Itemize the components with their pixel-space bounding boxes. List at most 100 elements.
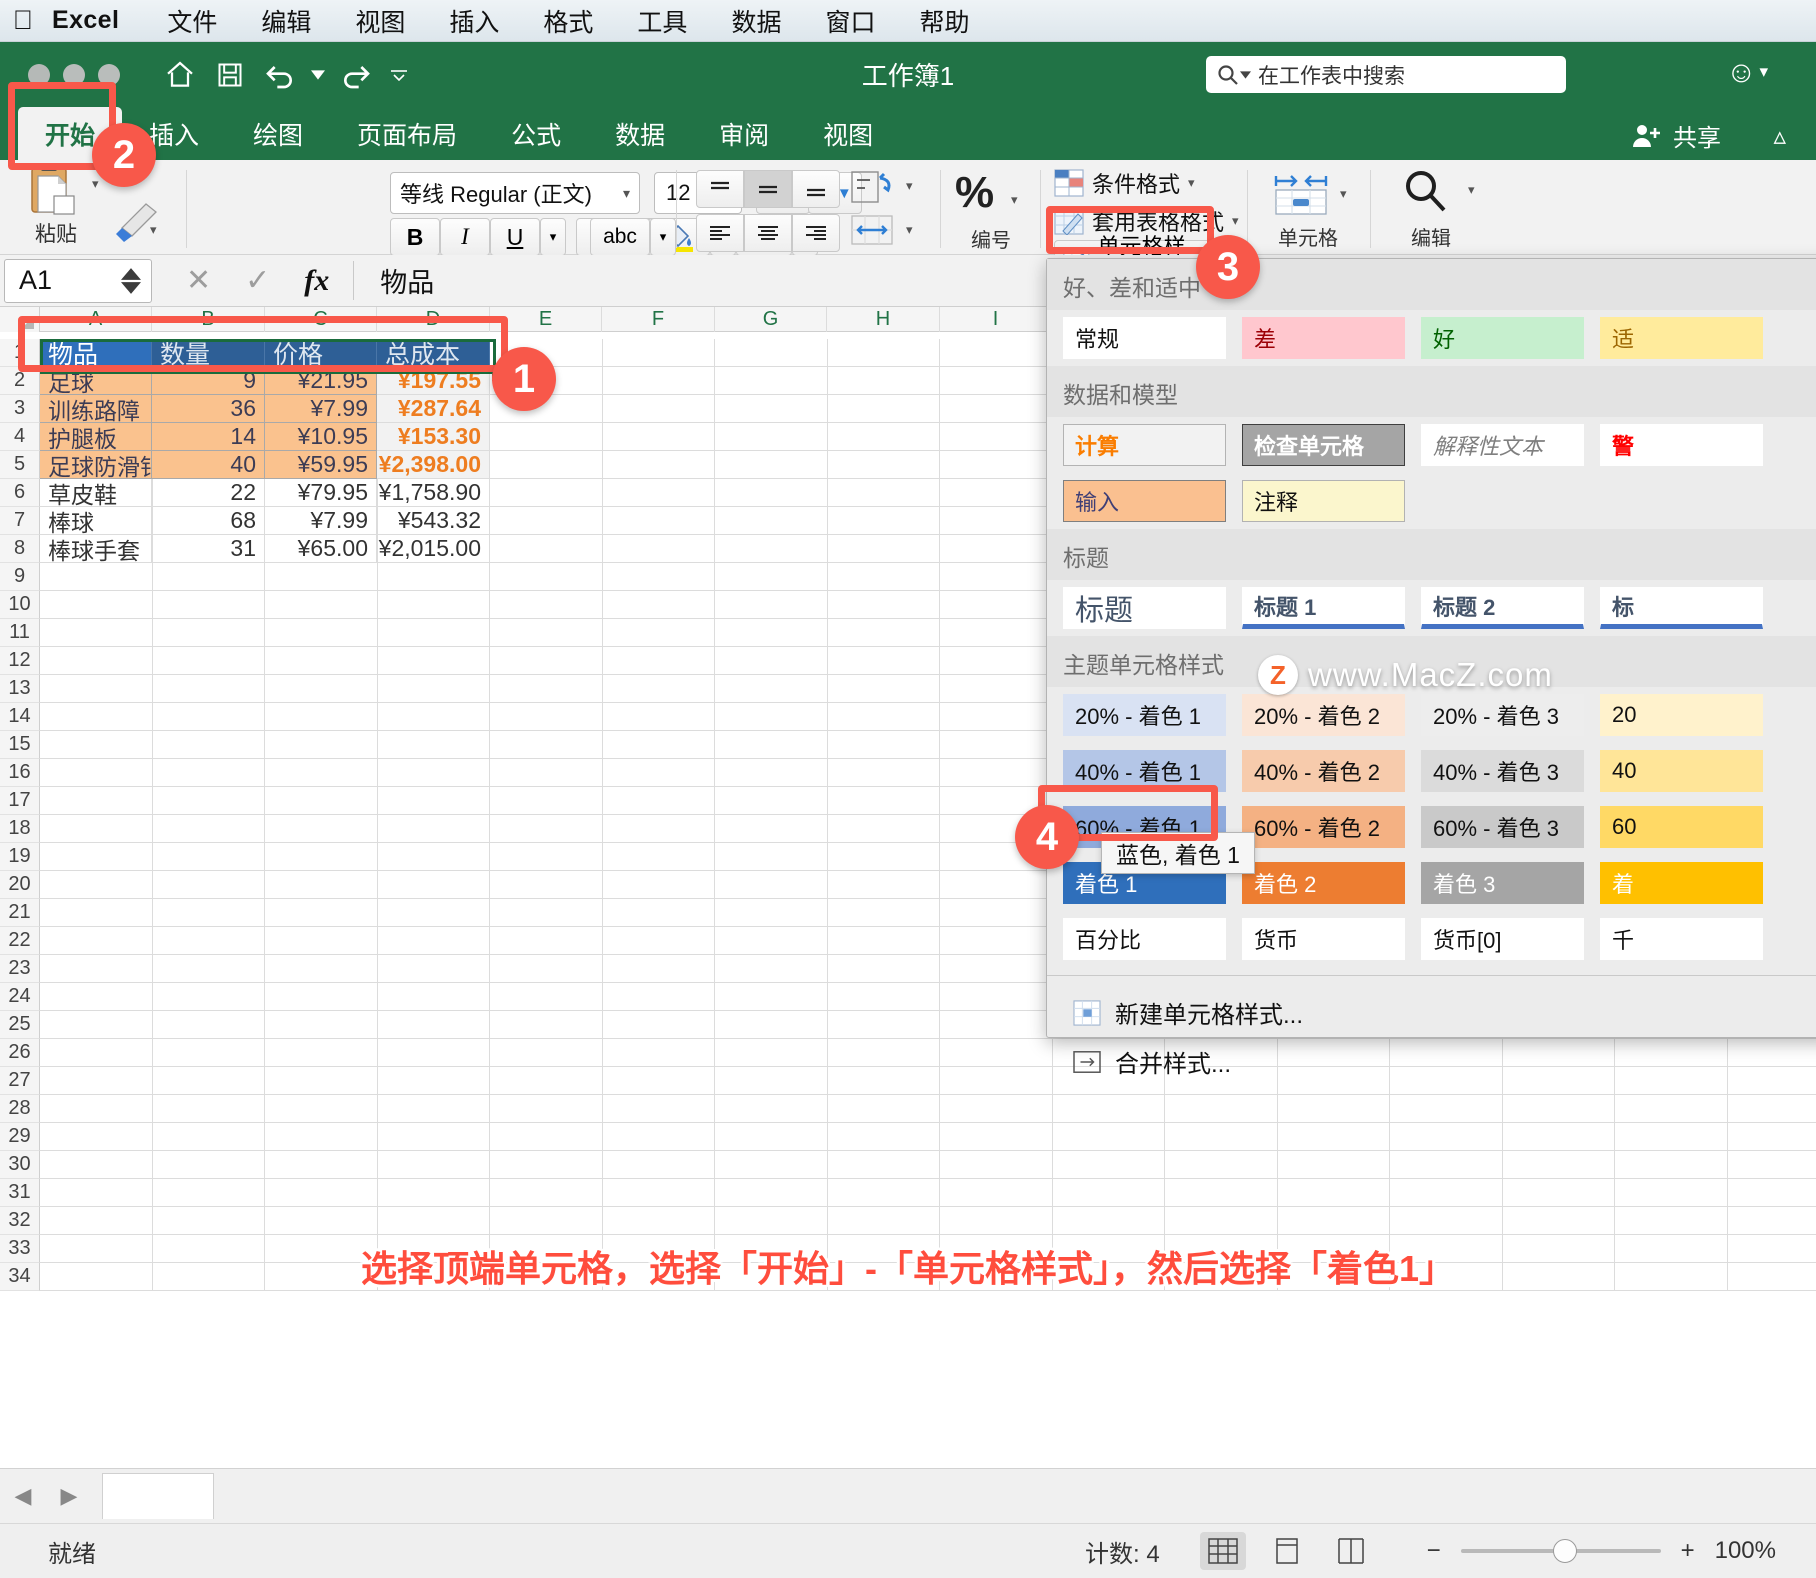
grid-cell[interactable] xyxy=(940,451,1053,479)
grid-cell[interactable] xyxy=(265,703,378,731)
tab-review[interactable]: 审阅 xyxy=(692,107,796,160)
grid-cell[interactable] xyxy=(1615,1123,1728,1151)
row-header-29[interactable]: 29 xyxy=(0,1123,40,1151)
grid-cell[interactable] xyxy=(827,1179,940,1207)
grid-cell[interactable] xyxy=(40,675,153,703)
style-swatch-着[interactable]: 着 xyxy=(1600,862,1763,904)
grid-cell[interactable] xyxy=(602,1067,715,1095)
row-header-32[interactable]: 32 xyxy=(0,1207,40,1235)
grid-cell[interactable] xyxy=(377,703,490,731)
grid-cell[interactable] xyxy=(490,983,603,1011)
name-box-input[interactable]: A1 xyxy=(4,258,152,303)
grid-cell[interactable] xyxy=(1615,1179,1728,1207)
grid-cell[interactable] xyxy=(1502,1207,1615,1235)
grid-cell[interactable] xyxy=(152,647,265,675)
zoom-slider[interactable] xyxy=(1460,1539,1661,1563)
grid-cell[interactable] xyxy=(265,759,378,787)
row-header-5[interactable]: 5 xyxy=(0,451,40,479)
grid-cell[interactable] xyxy=(152,1067,265,1095)
row-header-23[interactable]: 23 xyxy=(0,955,40,983)
grid-cell[interactable] xyxy=(940,1151,1053,1179)
column-header-F[interactable]: F xyxy=(602,307,715,332)
cell-qty-7[interactable]: 68 xyxy=(152,507,265,535)
grid-cell[interactable] xyxy=(377,843,490,871)
grid-cell[interactable] xyxy=(265,1151,378,1179)
insert-function-icon[interactable]: fx xyxy=(304,264,329,298)
grid-cell[interactable] xyxy=(265,1011,378,1039)
grid-cell[interactable] xyxy=(602,703,715,731)
grid-cell[interactable] xyxy=(152,703,265,731)
app-name-label[interactable]: Excel xyxy=(46,6,145,35)
grid-cell[interactable] xyxy=(152,619,265,647)
grid-cell[interactable] xyxy=(827,535,940,563)
grid-cell[interactable] xyxy=(715,395,828,423)
grid-cell[interactable] xyxy=(602,843,715,871)
row-header-30[interactable]: 30 xyxy=(0,1151,40,1179)
grid-cell[interactable] xyxy=(602,731,715,759)
grid-cell[interactable] xyxy=(265,1179,378,1207)
row-header-24[interactable]: 24 xyxy=(0,983,40,1011)
grid-cell[interactable] xyxy=(715,1123,828,1151)
grid-cell[interactable] xyxy=(1052,1207,1165,1235)
style-swatch-标题-1[interactable]: 标题 1 xyxy=(1242,587,1405,629)
grid-cell[interactable] xyxy=(715,927,828,955)
grid-cell[interactable] xyxy=(1502,1151,1615,1179)
grid-cell[interactable] xyxy=(265,591,378,619)
cell-item-8[interactable]: 棒球手套 xyxy=(40,535,152,563)
grid-cell[interactable] xyxy=(152,731,265,759)
style-swatch-20----着色-1[interactable]: 20% - 着色 1 xyxy=(1063,694,1226,736)
grid-cell[interactable] xyxy=(602,507,715,535)
grid-cell[interactable] xyxy=(377,675,490,703)
style-swatch-40[interactable]: 40 xyxy=(1600,750,1763,792)
grid-cell[interactable] xyxy=(1390,1123,1503,1151)
grid-cell[interactable] xyxy=(940,983,1053,1011)
search-chevron-down-icon[interactable] xyxy=(1240,70,1251,79)
grid-cell[interactable] xyxy=(940,535,1053,563)
prev-sheet-icon[interactable]: ◀ xyxy=(0,1483,46,1509)
grid-cell[interactable] xyxy=(602,1095,715,1123)
tab-formulas[interactable]: 公式 xyxy=(484,107,588,160)
grid-cell[interactable] xyxy=(827,507,940,535)
grid-cell[interactable] xyxy=(152,899,265,927)
grid-cell[interactable] xyxy=(715,1011,828,1039)
row-header-9[interactable]: 9 xyxy=(0,563,40,591)
grid-cell[interactable] xyxy=(490,787,603,815)
grid-cell[interactable] xyxy=(377,1039,490,1067)
grid-cell[interactable] xyxy=(40,1011,153,1039)
menu-help[interactable]: 帮助 xyxy=(897,3,991,39)
grid-cell[interactable] xyxy=(152,1095,265,1123)
style-swatch-标[interactable]: 标 xyxy=(1600,587,1763,629)
grid-cell[interactable] xyxy=(490,1039,603,1067)
grid-cell[interactable] xyxy=(827,1011,940,1039)
grid-cell[interactable] xyxy=(827,451,940,479)
grid-cell[interactable] xyxy=(40,619,153,647)
wrap-text-button[interactable] xyxy=(850,168,896,213)
grid-cell[interactable] xyxy=(827,871,940,899)
grid-cell[interactable] xyxy=(715,591,828,619)
redo-icon[interactable] xyxy=(334,53,378,97)
row-header-19[interactable]: 19 xyxy=(0,843,40,871)
row-header-15[interactable]: 15 xyxy=(0,731,40,759)
grid-cell[interactable] xyxy=(265,1039,378,1067)
grid-cell[interactable] xyxy=(715,871,828,899)
grid-cell[interactable] xyxy=(827,759,940,787)
header-cell-2[interactable]: 数量 xyxy=(152,339,265,367)
row-header-8[interactable]: 8 xyxy=(0,535,40,563)
grid-cell[interactable] xyxy=(1615,1151,1728,1179)
grid-cell[interactable] xyxy=(265,1095,378,1123)
grid-cell[interactable] xyxy=(827,1095,940,1123)
grid-cell[interactable] xyxy=(490,871,603,899)
grid-cell[interactable] xyxy=(40,759,153,787)
cancel-edit-icon[interactable]: ✕ xyxy=(186,263,211,298)
grid-cell[interactable] xyxy=(152,759,265,787)
grid-cell[interactable] xyxy=(940,759,1053,787)
row-header-18[interactable]: 18 xyxy=(0,815,40,843)
grid-cell[interactable] xyxy=(1277,1151,1390,1179)
grid-cell[interactable] xyxy=(602,675,715,703)
cell-qty-5[interactable]: 40 xyxy=(152,451,265,479)
row-header-4[interactable]: 4 xyxy=(0,423,40,451)
grid-cell[interactable] xyxy=(602,451,715,479)
name-box-spinner[interactable] xyxy=(121,267,151,294)
grid-cell[interactable] xyxy=(40,927,153,955)
grid-cell[interactable] xyxy=(602,759,715,787)
